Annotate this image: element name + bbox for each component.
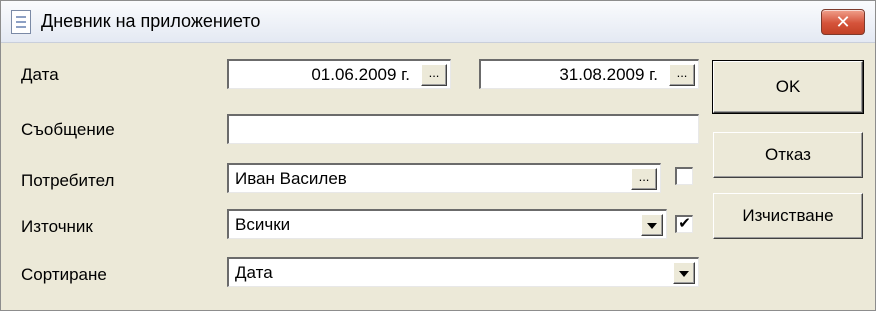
sort-label: Сортиране <box>21 265 107 284</box>
clear-button[interactable]: Изчистване <box>713 193 863 239</box>
source-value: Всички <box>235 215 291 234</box>
date-to-field[interactable]: 31.08.2009 г. ... <box>479 59 699 89</box>
user-value: Иван Василев <box>235 169 347 188</box>
date-from-field[interactable]: 01.06.2009 г. ... <box>227 59 451 89</box>
sort-dropdown-icon[interactable] <box>673 262 695 284</box>
sort-value: Дата <box>235 263 273 282</box>
source-filter-checkbox[interactable]: ✔ <box>675 215 693 233</box>
message-input[interactable] <box>227 114 699 144</box>
user-label: Потребител <box>21 171 115 190</box>
user-picker-button[interactable]: ... <box>631 168 657 190</box>
ok-button[interactable]: OK <box>712 60 864 114</box>
cancel-button[interactable]: Отказ <box>713 132 863 178</box>
date-to-picker-button[interactable]: ... <box>669 64 695 86</box>
title-bar[interactable]: Дневник на приложението ✕ <box>1 1 875 43</box>
message-label: Съобщение <box>21 120 115 139</box>
user-field[interactable]: Иван Василев ... <box>227 163 661 193</box>
date-from-value: 01.06.2009 г. <box>311 65 410 84</box>
source-dropdown-icon[interactable] <box>641 214 663 236</box>
date-label: Дата <box>21 65 59 84</box>
date-to-value: 31.08.2009 г. <box>559 65 658 84</box>
user-filter-checkbox[interactable] <box>675 167 693 185</box>
close-button[interactable]: ✕ <box>821 9 865 35</box>
date-from-picker-button[interactable]: ... <box>421 64 447 86</box>
document-icon <box>11 10 31 34</box>
source-select[interactable]: Всички <box>227 209 667 239</box>
app-log-dialog: Дневник на приложението ✕ Дата 01.06.200… <box>0 0 876 311</box>
source-label: Източник <box>21 217 93 236</box>
window-title: Дневник на приложението <box>41 11 261 31</box>
sort-select[interactable]: Дата <box>227 257 699 287</box>
